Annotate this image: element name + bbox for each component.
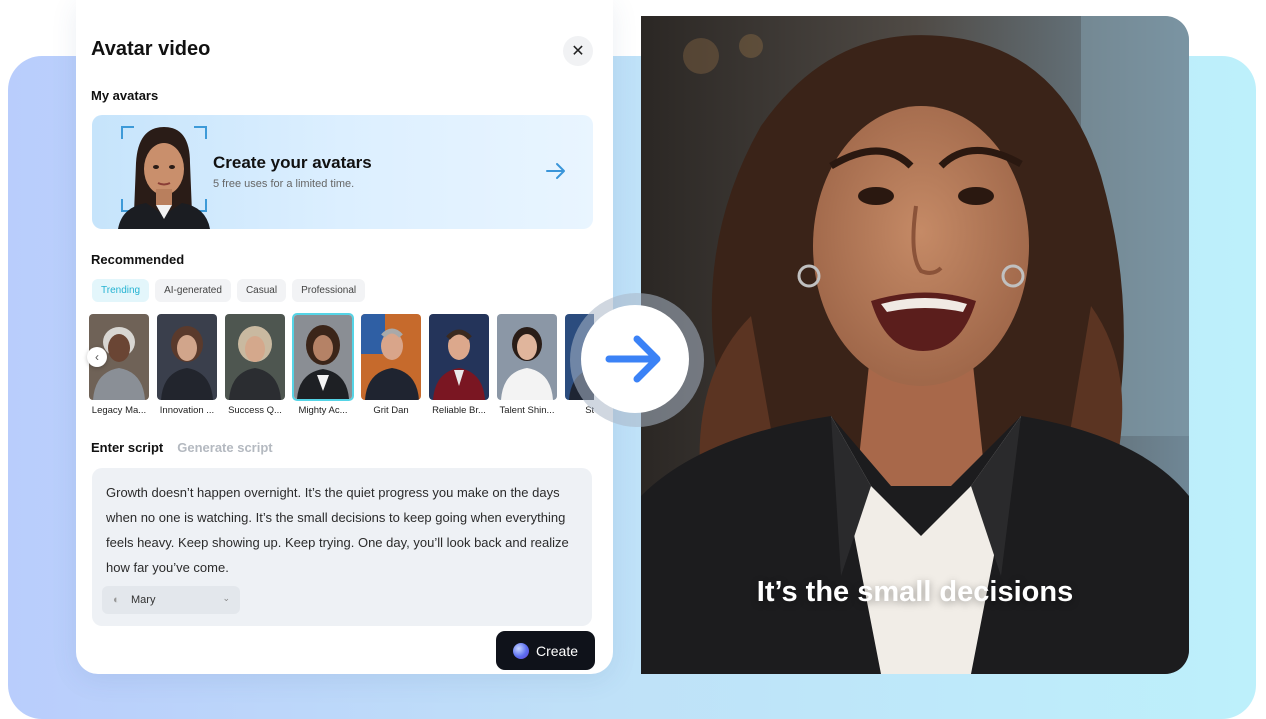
script-input[interactable]: Growth doesn’t happen overnight. It’s th… (92, 468, 592, 626)
tab-casual[interactable]: Casual (236, 279, 287, 302)
arrow-right-icon[interactable] (544, 159, 568, 183)
avatar-card[interactable]: Grit Dan (360, 313, 422, 416)
avatar-video-panel: Avatar video ✕ My avatars Create your av… (76, 0, 613, 674)
avatar-video-preview[interactable]: It’s the small decisions (641, 16, 1189, 674)
avatar-name: Grit Dan (373, 405, 409, 416)
tab-generate-script[interactable]: Generate script (177, 440, 272, 455)
avatar-name: Legacy Ma... (91, 405, 147, 416)
panel-title: Avatar video (91, 38, 211, 60)
create-avatars-subtitle: 5 free uses for a limited time. (213, 178, 355, 190)
avatar-thumbnail (428, 313, 490, 401)
recommended-label: Recommended (91, 252, 185, 267)
create-avatar-card[interactable]: Create your avatars 5 free uses for a li… (92, 115, 593, 229)
create-button-label: Create (535, 642, 579, 659)
arrow-right-icon (605, 335, 661, 383)
create-avatars-title: Create your avatars (213, 153, 372, 172)
tab-trending[interactable]: Trending (92, 279, 150, 302)
video-caption: It’s the small decisions (756, 576, 1074, 608)
avatar-name: Reliable Br... (432, 405, 486, 416)
avatar-card[interactable]: Talent Shin... (496, 313, 558, 416)
tab-enter-script[interactable]: Enter script (91, 440, 163, 455)
avatar-name: Innovation ... (159, 405, 215, 416)
avatar-card[interactable]: Reliable Br... (428, 313, 490, 416)
avatar-name: Mighty Ac... (298, 405, 348, 416)
voice-name: Mary (131, 594, 156, 606)
avatar-card[interactable]: Innovation ... (156, 313, 218, 416)
transform-arrow-button (581, 305, 689, 413)
mic-icon: ◐ (113, 594, 120, 606)
voice-selector[interactable]: ◐ Mary ⌄ (102, 586, 240, 614)
tab-professional[interactable]: Professional (292, 279, 366, 302)
category-tabs: Trending AI-generated Casual Professiona… (92, 279, 366, 302)
avatar-thumbnail (360, 313, 422, 401)
face-scan-avatar-image (118, 126, 210, 229)
avatar-card-selected[interactable]: Mighty Ac... (292, 313, 354, 416)
script-tabs: Enter script Generate script (91, 440, 273, 455)
script-text[interactable]: Growth doesn’t happen overnight. It’s th… (106, 480, 584, 580)
chevron-left-icon: ‹ (95, 350, 99, 364)
sparkle-orb-icon (512, 642, 529, 659)
create-button[interactable]: Create (496, 631, 595, 670)
close-icon: ✕ (571, 43, 585, 60)
carousel-prev-button[interactable]: ‹ (87, 347, 107, 367)
chevron-down-icon: ⌄ (222, 593, 230, 603)
avatar-carousel: Legacy Ma... Innovation ... Success Q...… (88, 313, 594, 423)
close-button[interactable]: ✕ (563, 36, 593, 66)
avatar-name: Success Q... (228, 405, 282, 416)
avatar-thumbnail (156, 313, 218, 401)
tab-ai-generated[interactable]: AI-generated (155, 279, 231, 302)
my-avatars-label: My avatars (91, 88, 159, 103)
avatar-thumbnail (496, 313, 558, 401)
avatar-thumbnail (224, 313, 286, 401)
avatar-name: Talent Shin... (499, 405, 555, 416)
avatar-thumbnail (292, 313, 354, 401)
avatar-card[interactable]: Success Q... (224, 313, 286, 416)
